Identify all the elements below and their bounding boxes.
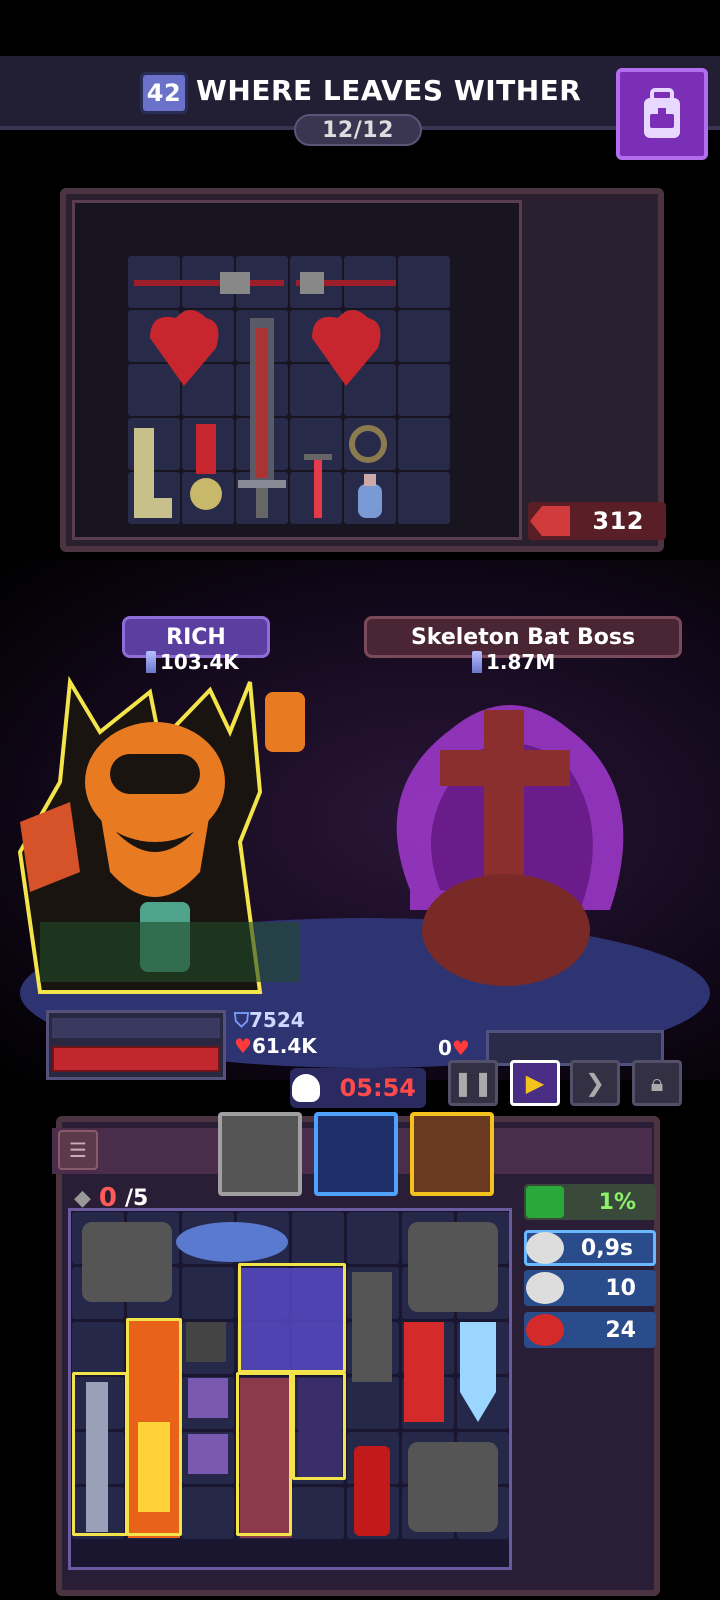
highlight-frame xyxy=(126,1318,182,1536)
boss-hp: 0♥ xyxy=(438,1036,470,1060)
lifesteal-icon xyxy=(526,1314,564,1346)
crit-icon xyxy=(526,1272,564,1304)
potion-item[interactable] xyxy=(358,474,382,518)
hero-portrait-1[interactable] xyxy=(218,1112,302,1196)
charm-item[interactable] xyxy=(188,1378,228,1418)
lock-icon: 🔒︎ xyxy=(650,1069,664,1097)
boot-item[interactable] xyxy=(134,428,172,518)
player-armor-value: 7524 xyxy=(249,1008,305,1032)
ring-item[interactable] xyxy=(349,425,387,463)
stage-title: WHERE LEAVES WITHER xyxy=(196,74,582,107)
chevron-right-icon: ❯ xyxy=(584,1069,606,1097)
player-hp: ♥61.4K xyxy=(234,1034,317,1058)
boss-power-value: 1.87M xyxy=(486,650,556,674)
boss-hp-value: 0 xyxy=(438,1036,452,1060)
backpack-icon xyxy=(644,88,680,138)
heart-item[interactable] xyxy=(312,310,381,386)
stat-speed-value: 0,9s xyxy=(580,1235,633,1261)
boss-power: 1.87M xyxy=(472,650,555,674)
player-hp-value: 61.4K xyxy=(251,1034,317,1058)
boss-enemy xyxy=(396,705,624,986)
lock-button[interactable]: 🔒︎ xyxy=(632,1060,682,1106)
power-icon xyxy=(146,651,156,673)
level-badge: 42 xyxy=(140,72,188,114)
play-button[interactable]: ▶ xyxy=(510,1060,560,1106)
highlight-frame xyxy=(292,1372,346,1480)
spear-item[interactable] xyxy=(296,272,396,294)
player-power-value: 103.4K xyxy=(160,650,239,674)
stat-crit-value: 10 xyxy=(605,1275,636,1301)
diamond-icon: ◆ xyxy=(74,1185,91,1211)
highlight-frame xyxy=(236,1372,292,1536)
attack-speed-icon xyxy=(526,1232,564,1264)
stone-armor-item[interactable] xyxy=(82,1222,172,1302)
backpack-button[interactable] xyxy=(616,68,708,160)
player-shield-bar xyxy=(52,1018,220,1038)
red-potion-item[interactable] xyxy=(354,1446,390,1536)
loot-items xyxy=(134,272,396,518)
player-armor: ⛉7524 xyxy=(234,1008,305,1032)
stage-progress: 12/12 xyxy=(294,114,422,146)
power-icon xyxy=(472,651,482,673)
pause-icon: ❚❚ xyxy=(452,1069,494,1097)
red-figure-item[interactable] xyxy=(404,1322,444,1422)
highlight-frame xyxy=(238,1263,346,1373)
sword-item[interactable] xyxy=(304,454,332,518)
stat-regen-value: 1% xyxy=(598,1189,636,1215)
regen-icon xyxy=(526,1186,564,1218)
slots-max: /5 xyxy=(125,1185,149,1211)
player-power: 103.4K xyxy=(146,650,239,674)
notes-button[interactable]: ☰ xyxy=(58,1130,98,1170)
list-icon: ☰ xyxy=(69,1138,87,1162)
fast-forward-button[interactable]: ❯ xyxy=(570,1060,620,1106)
hero-portrait-2[interactable] xyxy=(314,1112,398,1196)
greatsword-item[interactable] xyxy=(238,318,286,518)
charm-item[interactable] xyxy=(188,1434,228,1474)
stat-lifesteal-value: 24 xyxy=(605,1317,636,1343)
spear-item[interactable] xyxy=(134,272,284,294)
skull-icon xyxy=(292,1074,320,1102)
player-hero xyxy=(17,675,305,994)
feather-item[interactable] xyxy=(176,1222,288,1262)
pause-button[interactable]: ❚❚ xyxy=(448,1060,498,1106)
stone-armor-item[interactable] xyxy=(408,1222,498,1312)
axe-item[interactable] xyxy=(352,1272,392,1382)
shield-item[interactable] xyxy=(460,1322,496,1422)
heart-icon: ♥ xyxy=(451,1036,470,1060)
stone-armor-item[interactable] xyxy=(408,1442,498,1532)
player-hp-bar xyxy=(52,1046,220,1072)
stone-block-item[interactable] xyxy=(186,1322,226,1362)
play-icon: ▶ xyxy=(525,1069,545,1097)
medal-item[interactable] xyxy=(190,424,222,510)
hero-portrait-3[interactable] xyxy=(410,1112,494,1196)
highlight-frame xyxy=(72,1372,128,1536)
heart-item[interactable] xyxy=(150,310,219,386)
